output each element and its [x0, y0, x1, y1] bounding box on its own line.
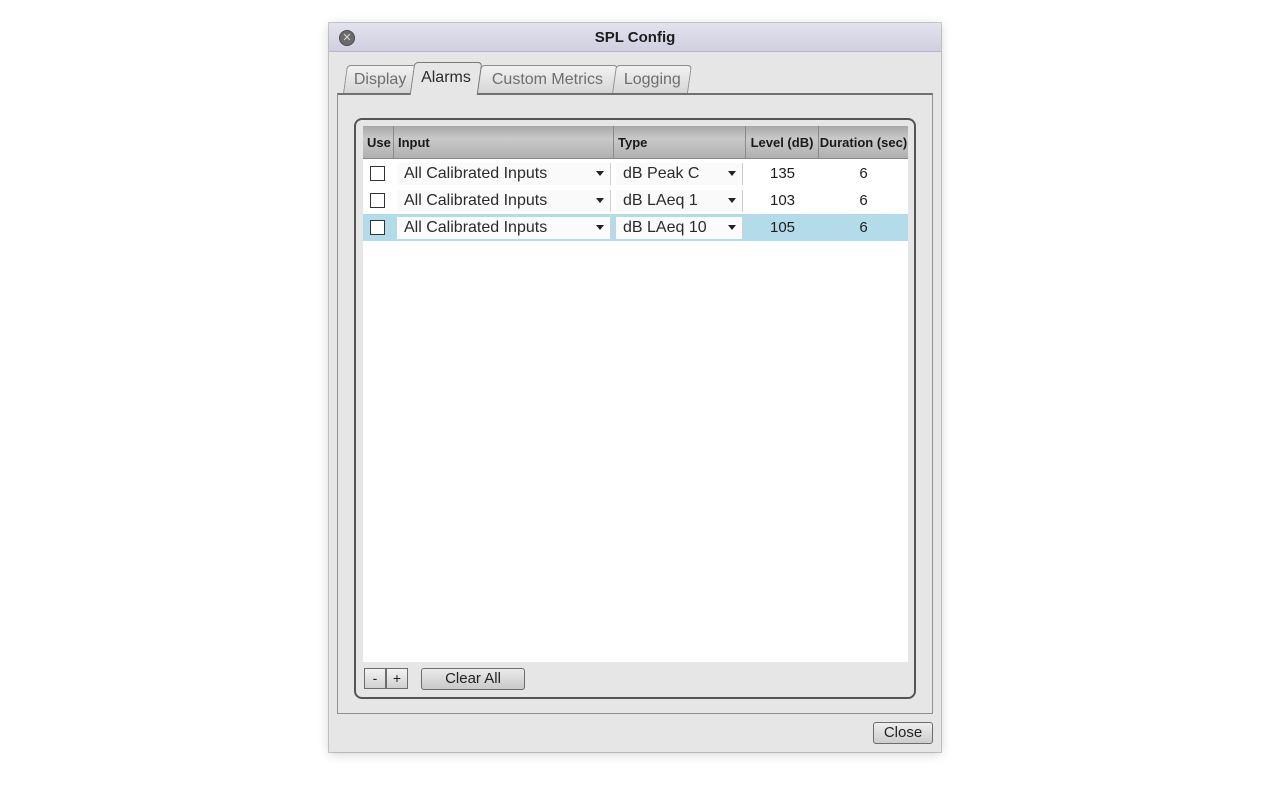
type-select[interactable]: dB LAeq 1: [616, 190, 743, 212]
column-header-use[interactable]: Use: [363, 126, 394, 158]
column-header-input[interactable]: Input: [394, 126, 614, 158]
tab-custom-metrics[interactable]: Custom Metrics: [477, 65, 618, 93]
tab-bar: Display Alarms Custom Metrics Logging: [339, 61, 739, 95]
tab-logging[interactable]: Logging: [612, 65, 692, 93]
table-row-selected[interactable]: All Calibrated Inputs dB LAeq 10 105 6: [363, 214, 908, 241]
chevron-down-icon: [728, 171, 736, 176]
type-select[interactable]: dB LAeq 10: [616, 217, 743, 239]
duration-value[interactable]: 6: [819, 187, 908, 214]
alarms-group: Use Input Type Level (dB) Duration (sec)…: [354, 118, 916, 699]
level-value[interactable]: 135: [746, 160, 819, 187]
chevron-down-icon: [728, 225, 736, 230]
column-header-type[interactable]: Type: [614, 126, 746, 158]
level-value[interactable]: 105: [746, 214, 819, 241]
add-row-button[interactable]: +: [386, 668, 408, 689]
close-button[interactable]: Close: [873, 722, 933, 744]
window-title: SPL Config: [594, 29, 676, 46]
table-row[interactable]: All Calibrated Inputs dB LAeq 1 103 6: [363, 187, 908, 214]
chevron-down-icon: [728, 198, 736, 203]
spl-config-window: ✕ SPL Config Display Alarms Custom Metri…: [329, 23, 941, 752]
input-select[interactable]: All Calibrated Inputs: [397, 163, 611, 185]
column-header-duration[interactable]: Duration (sec): [819, 126, 908, 158]
tab-display[interactable]: Display: [343, 65, 417, 93]
chevron-down-icon: [596, 198, 604, 203]
column-header-level[interactable]: Level (dB): [746, 126, 819, 158]
alarms-table: Use Input Type Level (dB) Duration (sec)…: [363, 126, 908, 662]
title-bar[interactable]: ✕ SPL Config: [329, 23, 941, 52]
tab-alarms[interactable]: Alarms: [409, 62, 483, 95]
input-select[interactable]: All Calibrated Inputs: [397, 190, 611, 212]
table-header: Use Input Type Level (dB) Duration (sec): [363, 126, 908, 159]
remove-row-button[interactable]: -: [364, 668, 386, 689]
chevron-down-icon: [596, 225, 604, 230]
alarms-panel: Use Input Type Level (dB) Duration (sec)…: [337, 93, 933, 714]
use-checkbox[interactable]: [370, 193, 385, 208]
use-checkbox[interactable]: [370, 220, 385, 235]
input-select[interactable]: All Calibrated Inputs: [397, 217, 611, 239]
use-checkbox[interactable]: [370, 166, 385, 181]
level-value[interactable]: 103: [746, 187, 819, 214]
type-select[interactable]: dB Peak C: [616, 163, 743, 185]
chevron-down-icon: [596, 171, 604, 176]
duration-value[interactable]: 6: [819, 160, 908, 187]
duration-value[interactable]: 6: [819, 214, 908, 241]
clear-all-button[interactable]: Clear All: [421, 668, 525, 690]
table-row[interactable]: All Calibrated Inputs dB Peak C 135 6: [363, 160, 908, 187]
